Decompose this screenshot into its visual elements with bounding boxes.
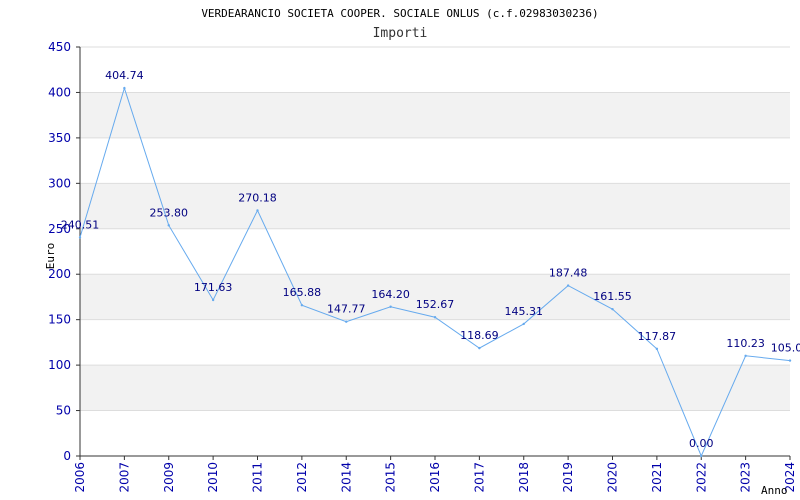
x-tick-label: 2016 <box>428 462 442 493</box>
data-label: 147.77 <box>327 303 366 316</box>
x-tick-label: 2007 <box>117 462 131 493</box>
y-tick-label: 400 <box>48 85 71 99</box>
y-tick-label: 450 <box>48 40 71 54</box>
data-point <box>256 209 259 212</box>
data-label: 0.00 <box>689 437 714 450</box>
x-tick-label: 2021 <box>650 462 664 493</box>
data-point <box>611 307 614 311</box>
y-tick-label: 350 <box>48 131 71 145</box>
data-point <box>167 224 170 227</box>
data-point <box>345 320 348 323</box>
data-point <box>566 284 570 287</box>
data-point <box>300 304 304 307</box>
data-label: 164.20 <box>371 288 410 301</box>
data-point <box>788 359 792 362</box>
data-label: 105.00 <box>771 342 800 355</box>
data-label: 165.88 <box>283 286 322 299</box>
data-point <box>211 298 215 302</box>
data-label: 253.80 <box>150 206 189 219</box>
data-label: 404.74 <box>105 69 144 82</box>
data-label: 110.23 <box>726 337 765 350</box>
data-label: 145.31 <box>505 305 544 318</box>
x-axis-label: Anno <box>761 484 788 497</box>
grid-band <box>80 92 790 138</box>
data-point <box>522 322 525 326</box>
x-tick-label: 2014 <box>339 462 353 493</box>
x-axis-ticks: 2006 2007 2009 2010 2011 2012 2014 2015 2016 2017… <box>73 456 797 493</box>
y-tick-label: 0 <box>63 449 71 463</box>
x-tick-label: 2006 <box>73 462 87 493</box>
data-label: 118.69 <box>460 329 499 342</box>
data-label: 240.51 <box>61 218 100 231</box>
data-point <box>433 316 437 319</box>
x-tick-label: 2012 <box>295 462 309 493</box>
y-tick-label: 100 <box>48 358 71 372</box>
data-point <box>478 346 481 350</box>
x-tick-label: 2022 <box>694 462 708 493</box>
x-tick-label: 2015 <box>384 462 398 493</box>
x-tick-label: 2020 <box>606 462 620 493</box>
grid-band <box>80 274 790 320</box>
line-chart: VERDEARANCIO SOCIETA COOPER. SOCIALE ONL… <box>44 7 800 497</box>
data-label: 171.63 <box>194 281 233 294</box>
grid-band <box>80 365 790 411</box>
data-label: 117.87 <box>638 330 677 343</box>
x-tick-label: 2011 <box>251 462 265 493</box>
y-tick-label: 150 <box>48 313 71 327</box>
y-axis-label: Euro <box>44 243 57 270</box>
data-point <box>78 236 82 239</box>
data-point <box>655 347 659 351</box>
data-label: 161.55 <box>593 290 632 303</box>
data-label: 187.48 <box>549 267 588 280</box>
x-tick-label: 2017 <box>472 462 486 493</box>
data-point <box>389 305 392 308</box>
chart-subtitle: Importi <box>373 26 428 41</box>
x-tick-label: 2023 <box>739 462 753 493</box>
x-tick-label: 2009 <box>162 462 176 493</box>
data-point <box>744 354 747 358</box>
data-point <box>123 86 126 90</box>
y-tick-label: 300 <box>48 176 71 190</box>
data-label: 152.67 <box>416 298 455 311</box>
y-tick-label: 50 <box>56 404 71 418</box>
data-label: 270.18 <box>238 191 277 204</box>
x-tick-label: 2010 <box>206 462 220 493</box>
grid-bands <box>80 92 790 411</box>
data-point <box>700 454 703 458</box>
x-tick-label: 2018 <box>517 462 531 493</box>
x-tick-label: 2019 <box>561 462 575 493</box>
chart-title: VERDEARANCIO SOCIETA COOPER. SOCIALE ONL… <box>201 7 598 20</box>
